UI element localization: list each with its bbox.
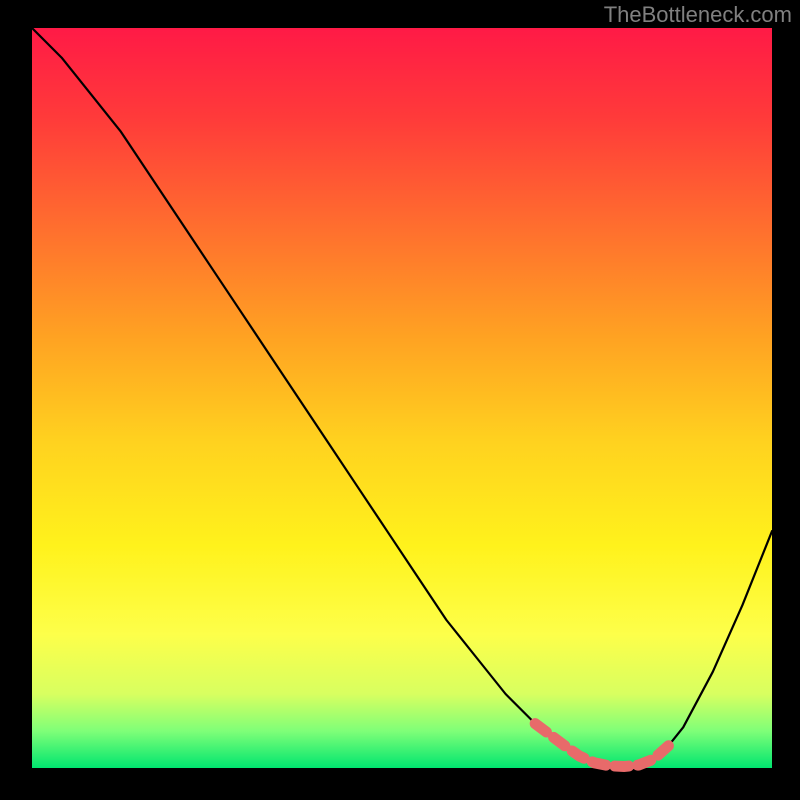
bottleneck-highlight [535, 724, 668, 767]
chart-container: TheBottleneck.com [0, 0, 800, 800]
curve-svg [32, 28, 772, 768]
watermark-text: TheBottleneck.com [604, 2, 792, 28]
bottleneck-curve [32, 28, 772, 767]
plot-area [32, 28, 772, 768]
